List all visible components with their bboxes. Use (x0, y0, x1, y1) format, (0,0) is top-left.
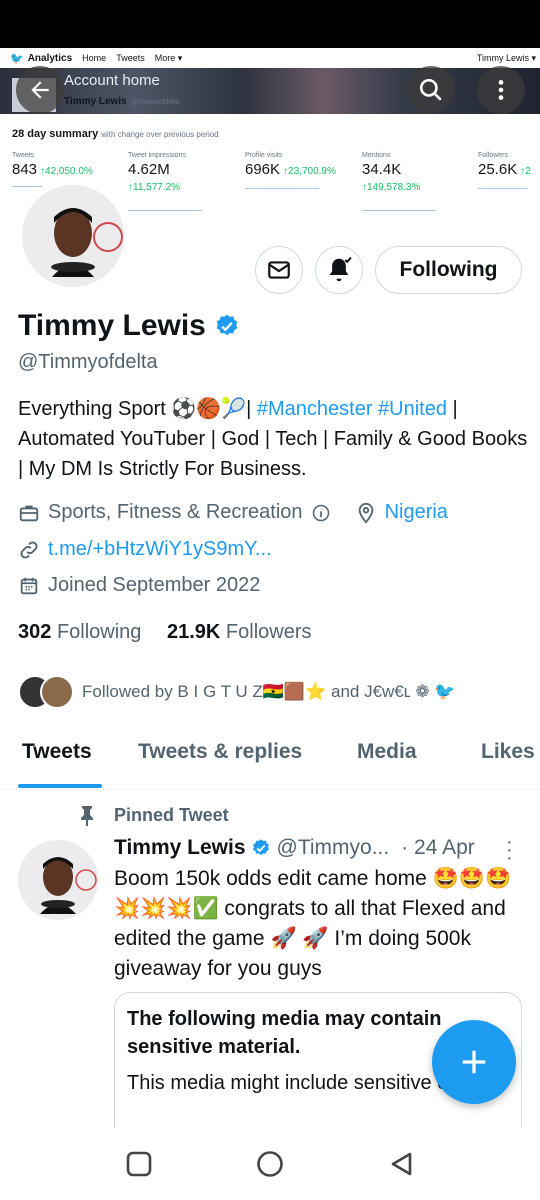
profile-url[interactable]: t.me/+bHtzWiY1yS9mY... (48, 538, 272, 561)
more-options-button[interactable] (477, 66, 525, 114)
analytics-label: Analytics (27, 52, 73, 64)
recents-icon[interactable] (125, 1150, 153, 1178)
tab-media[interactable]: Media (357, 740, 417, 764)
followed-by-text: Followed by B I G T U Z🇬🇭🟫⭐ and J€w€ʟ ❁ … (82, 682, 456, 701)
home-icon[interactable] (256, 1150, 284, 1178)
tweet-text: Boom 150k odds edit came home 🤩🤩🤩💥💥💥✅ co… (114, 867, 512, 980)
stat-tweets: Tweets 843 ↑42,050.0% (12, 152, 93, 178)
tweet-date: · 24 Apr (401, 836, 475, 859)
followers-count-link[interactable]: 21.9K Followers (167, 621, 312, 643)
tab-tweets[interactable]: Tweets (22, 740, 92, 764)
following-count-link[interactable]: 302 Following (18, 621, 141, 643)
profile-tabs: Tweets Tweets & replies Media Likes (0, 730, 540, 790)
analytics-nav: 🐦 Analytics Home Tweets More ▾ Timmy Lew… (0, 48, 540, 68)
profile-category-row: Sports, Fitness & Recreation Nigeria (18, 501, 448, 524)
tweet-author-name[interactable]: Timmy Lewis (114, 836, 246, 860)
message-button[interactable] (255, 246, 303, 294)
banner-name: Timmy Lewis @Timmyofdelta (64, 96, 180, 107)
pinned-label: Pinned Tweet (78, 804, 229, 826)
sparkline (245, 188, 319, 189)
stat-followers: Followers 25.6K ↑2 (478, 152, 531, 178)
briefcase-icon (19, 505, 39, 521)
tab-tweets-replies[interactable]: Tweets & replies (138, 740, 302, 764)
tweet-avatar[interactable] (18, 840, 98, 920)
compose-tweet-button[interactable] (432, 1020, 516, 1104)
profile-handle: @Timmyofdelta (18, 351, 158, 373)
tweet-more-icon[interactable]: · · · (506, 832, 513, 868)
mail-icon (268, 261, 290, 279)
following-button[interactable]: Following (375, 246, 522, 294)
info-icon[interactable] (311, 503, 331, 523)
profile-location[interactable]: Nigeria (385, 501, 448, 524)
sparkline (362, 210, 436, 211)
system-nav-bar (0, 1128, 540, 1200)
back-arrow-icon (31, 81, 49, 99)
sparkline (12, 186, 42, 187)
profile-joined-row: Joined September 2022 (18, 574, 260, 597)
tweet-author-handle: @Timmyo... (276, 836, 390, 859)
back-button[interactable] (16, 66, 64, 114)
status-bar (0, 0, 540, 48)
analytics-nav-more: More ▾ (154, 52, 183, 63)
profile-url-row: t.me/+bHtzWiY1yS9mY... (18, 538, 272, 561)
more-vertical-icon (498, 80, 504, 100)
account-home-label: Account home (64, 72, 160, 89)
followed-by-row[interactable]: Followed by B I G T U Z🇬🇭🟫⭐ and J€w€ʟ ❁ … (18, 674, 456, 710)
summary-title: 28 day summary with change over previous … (12, 128, 219, 140)
active-tab-indicator (18, 784, 102, 788)
profile-category: Sports, Fitness & Recreation (48, 501, 303, 523)
bio-hashtags[interactable]: #Manchester #United (257, 398, 447, 420)
avatar (40, 675, 74, 709)
pin-icon (81, 806, 93, 826)
plus-icon (462, 1050, 486, 1074)
verified-badge-icon (216, 314, 238, 336)
sparkline (478, 188, 528, 189)
tweet-header: Timmy Lewis @Timmyo... · 24 Apr (114, 836, 475, 860)
stat-mentions: Mentions 34.4K ↑149,578.3% (362, 152, 421, 193)
back-icon[interactable] (388, 1150, 416, 1178)
profile-bio: Everything Sport ⚽🏀🎾| #Manchester #Unite… (18, 398, 528, 480)
notifications-button[interactable] (315, 246, 363, 294)
profile-name: Timmy Lewis (18, 309, 240, 343)
stat-impressions: Tweet impressions 4.62M ↑11,577.2% (128, 152, 186, 193)
stat-profile-visits: Profile visits 696K ↑23,700.9% (245, 152, 336, 178)
tab-likes[interactable]: Likes (481, 740, 535, 764)
sparkline (128, 210, 202, 211)
twitter-bird-icon: 🐦 (10, 52, 24, 65)
search-icon (419, 78, 442, 101)
profile-avatar[interactable] (18, 181, 128, 291)
bell-check-icon (329, 256, 352, 282)
avatar-illustration (18, 840, 98, 920)
analytics-header-strip: Account home (0, 68, 540, 114)
calendar-icon (20, 577, 38, 594)
avatar-illustration (22, 185, 124, 287)
analytics-nav-tweets: Tweets (116, 53, 145, 63)
profile-joined: Joined September 2022 (48, 574, 261, 596)
follow-counts: 302 Following 21.9K Followers (18, 621, 312, 644)
location-pin-icon (358, 502, 373, 524)
verified-badge-icon (252, 839, 269, 856)
analytics-nav-home: Home (82, 53, 107, 63)
analytics-account: Timmy Lewis ▾ (476, 52, 536, 63)
search-button[interactable] (407, 66, 455, 114)
link-icon (20, 541, 38, 558)
